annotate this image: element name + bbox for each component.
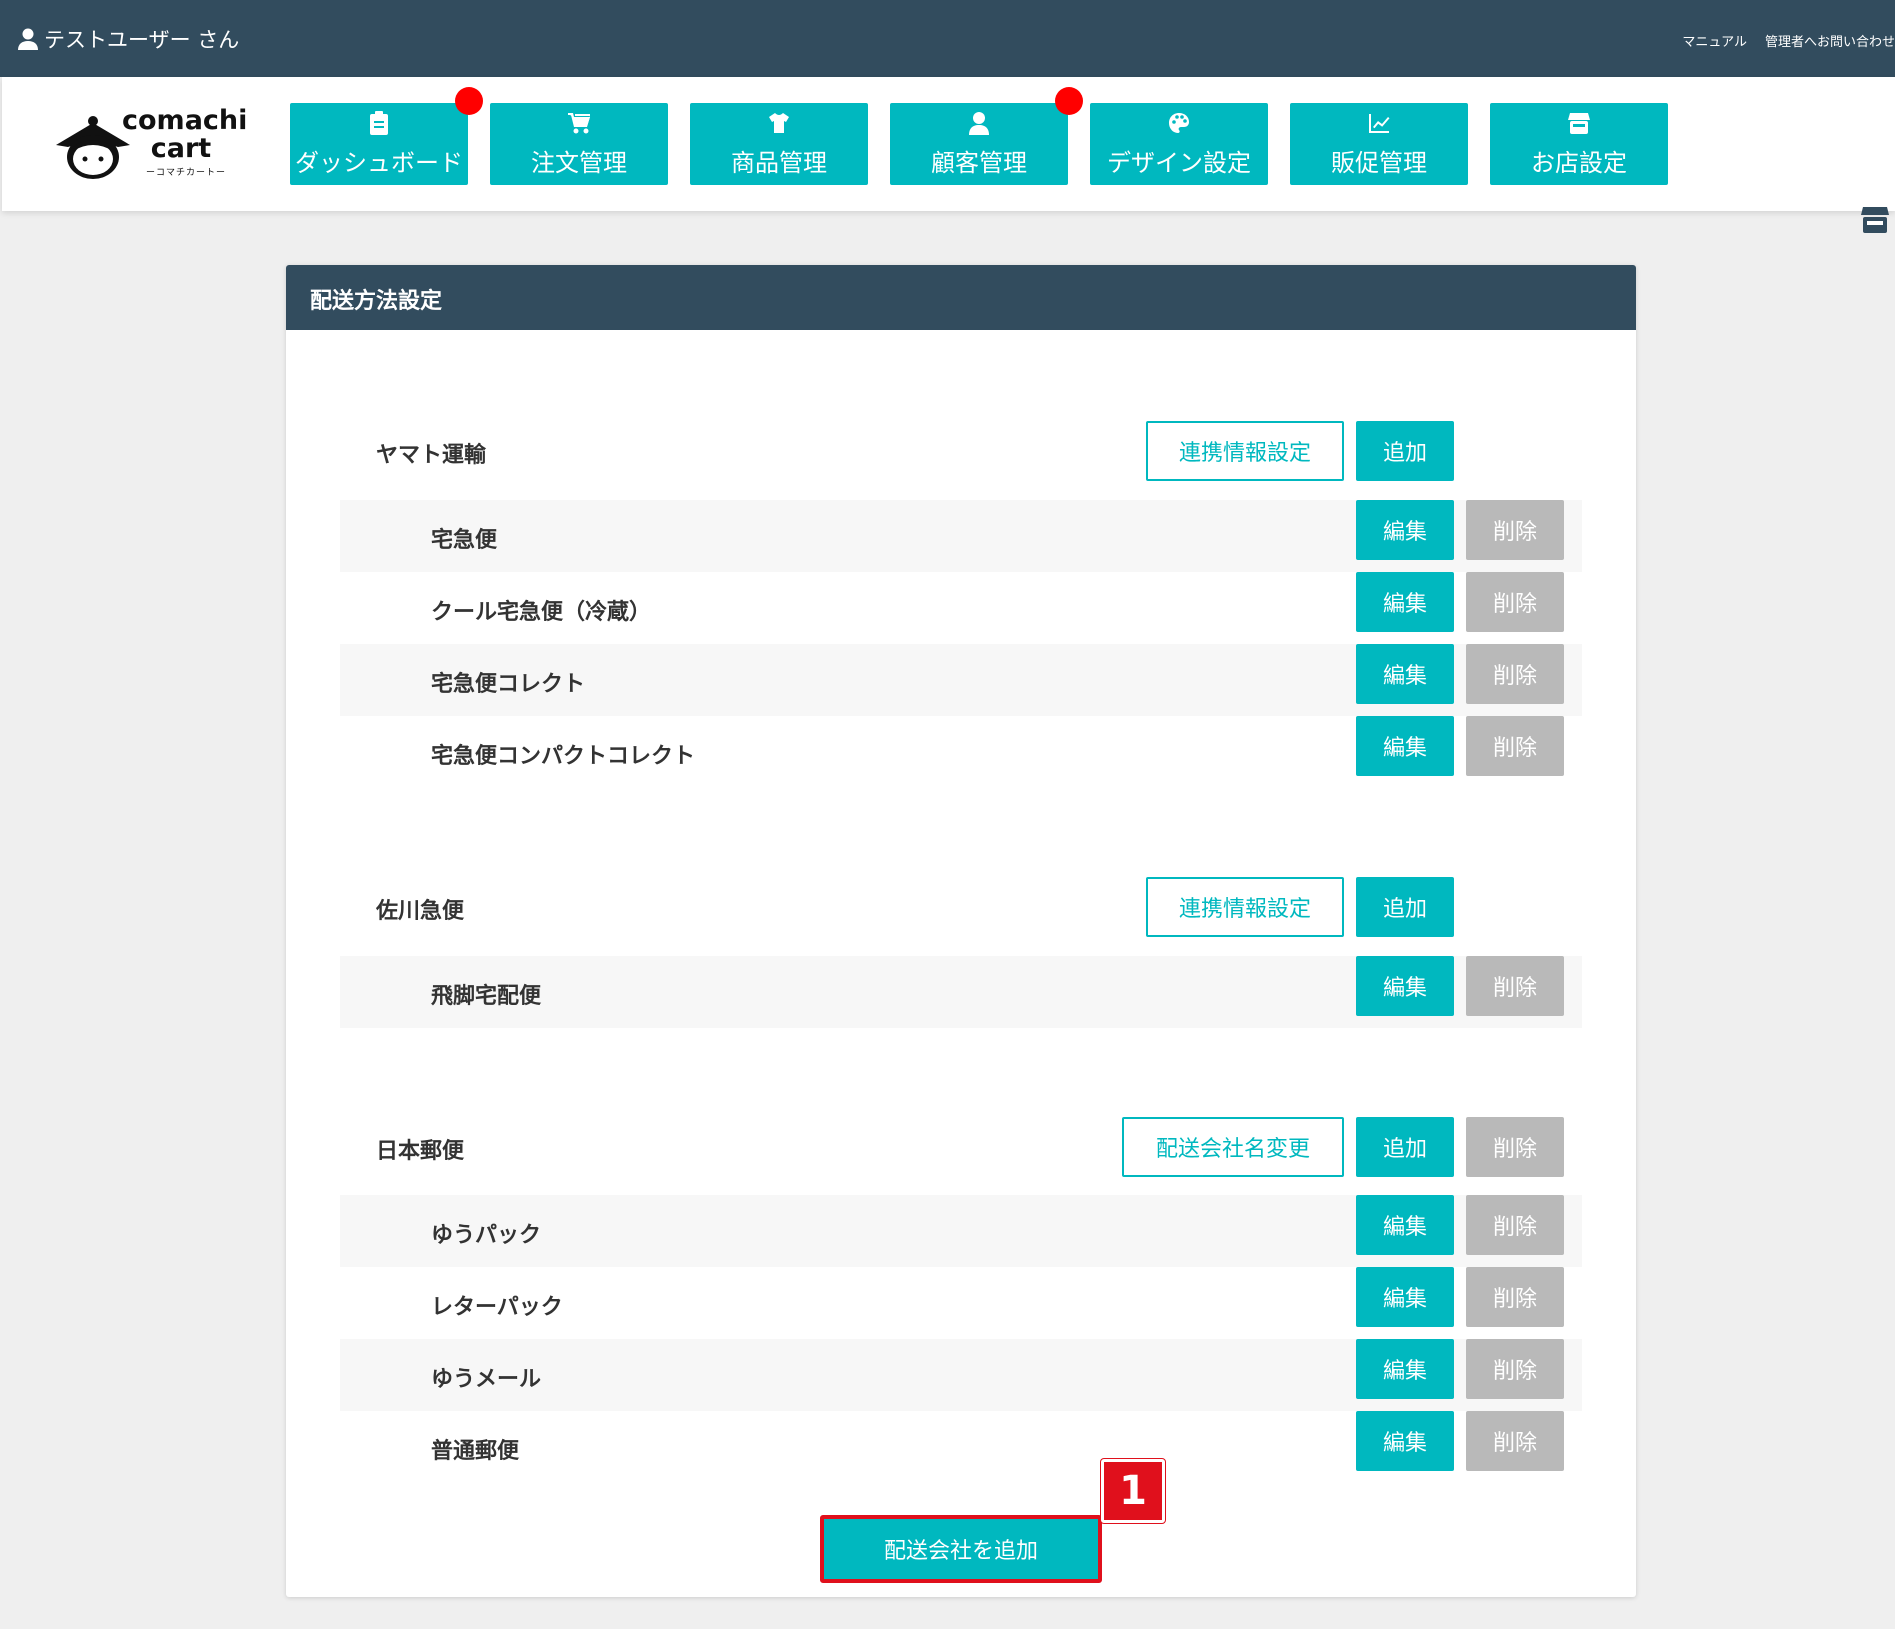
add-service-button[interactable]: 追加 bbox=[1356, 877, 1454, 937]
palette-icon bbox=[1169, 113, 1189, 133]
edit-button[interactable]: 編集 bbox=[1356, 500, 1454, 560]
panel-title: 配送方法設定 bbox=[286, 265, 1636, 330]
nav-dashboard[interactable]: ダッシュボード bbox=[290, 103, 468, 185]
nav-design-label: デザイン設定 bbox=[1107, 149, 1251, 177]
service-name: 宅急便 bbox=[431, 528, 498, 553]
company-name-japanpost: 日本郵便 bbox=[376, 1139, 465, 1164]
clipboard-icon bbox=[370, 111, 388, 135]
delete-button[interactable]: 削除 bbox=[1466, 644, 1564, 704]
edit-button[interactable]: 編集 bbox=[1356, 1411, 1454, 1471]
service-name: 宅急便コレクト bbox=[431, 672, 586, 697]
nav-customers-label: 顧客管理 bbox=[931, 149, 1027, 177]
logo[interactable]: comachi cart ーコマチカートー bbox=[52, 105, 248, 187]
delete-button[interactable]: 削除 bbox=[1466, 956, 1564, 1016]
user-menu[interactable]: テストユーザー さん bbox=[18, 24, 239, 54]
rename-company-button[interactable]: 配送会社名変更 bbox=[1122, 1117, 1344, 1177]
add-service-button[interactable]: 追加 bbox=[1356, 421, 1454, 481]
chart-icon bbox=[1369, 114, 1390, 133]
delete-button[interactable]: 削除 bbox=[1466, 1195, 1564, 1255]
nav-design[interactable]: デザイン設定 bbox=[1090, 103, 1268, 185]
nav-products-label: 商品管理 bbox=[731, 149, 827, 177]
user-name: テストユーザー さん bbox=[44, 28, 240, 52]
edit-button[interactable]: 編集 bbox=[1356, 956, 1454, 1016]
logo-word-1: comachi bbox=[122, 105, 248, 136]
delete-button[interactable]: 削除 bbox=[1466, 500, 1564, 560]
cart-icon bbox=[568, 113, 590, 134]
delete-button[interactable]: 削除 bbox=[1466, 1411, 1564, 1471]
user-icon bbox=[969, 112, 989, 135]
service-name: ゆうパック bbox=[431, 1223, 542, 1248]
nav-shop-settings[interactable]: お店設定 bbox=[1490, 103, 1668, 185]
delete-company-button[interactable]: 削除 bbox=[1466, 1117, 1564, 1177]
nav-promotion[interactable]: 販促管理 bbox=[1290, 103, 1468, 185]
store-icon bbox=[1861, 207, 1889, 233]
delete-button[interactable]: 削除 bbox=[1466, 1267, 1564, 1327]
logo-subtitle: ーコマチカートー bbox=[146, 168, 227, 178]
service-name: 普通郵便 bbox=[431, 1439, 520, 1464]
edit-button[interactable]: 編集 bbox=[1356, 572, 1454, 632]
edit-button[interactable]: 編集 bbox=[1356, 644, 1454, 704]
tshirt-icon bbox=[769, 113, 789, 133]
top-links: マニュアル 管理者へお問い合わせ bbox=[1682, 31, 1895, 50]
nav-promotion-label: 販促管理 bbox=[1331, 149, 1427, 177]
nav-orders-label: 注文管理 bbox=[531, 149, 627, 177]
edit-button[interactable]: 編集 bbox=[1356, 1267, 1454, 1327]
service-name: 宅急便コンパクトコレクト bbox=[431, 744, 696, 769]
step-number-badge: 1 bbox=[1101, 1459, 1165, 1523]
integration-settings-button[interactable]: 連携情報設定 bbox=[1146, 877, 1344, 937]
store-icon bbox=[1568, 113, 1590, 134]
company-name-sagawa: 佐川急便 bbox=[376, 899, 465, 924]
logo-text: comachi cart bbox=[122, 105, 248, 164]
nav-dashboard-label: ダッシュボード bbox=[295, 149, 463, 177]
logo-word-2: cart bbox=[150, 133, 212, 164]
nav-orders[interactable]: 注文管理 bbox=[490, 103, 668, 185]
service-name: ゆうメール bbox=[431, 1367, 542, 1392]
user-icon bbox=[18, 28, 38, 50]
nav-products[interactable]: 商品管理 bbox=[690, 103, 868, 185]
nav-customers[interactable]: 顧客管理 bbox=[890, 103, 1068, 185]
service-name: レターパック bbox=[431, 1295, 563, 1320]
nav-shop-settings-label: お店設定 bbox=[1531, 149, 1627, 177]
add-shipping-company-button[interactable]: 配送会社を追加 bbox=[820, 1515, 1102, 1583]
integration-settings-button[interactable]: 連携情報設定 bbox=[1146, 421, 1344, 481]
notification-dot bbox=[1055, 87, 1083, 115]
edit-button[interactable]: 編集 bbox=[1356, 716, 1454, 776]
notification-dot bbox=[455, 87, 483, 115]
delete-button[interactable]: 削除 bbox=[1466, 716, 1564, 776]
company-name-yamato: ヤマト運輸 bbox=[376, 443, 487, 468]
edit-button[interactable]: 編集 bbox=[1356, 1339, 1454, 1399]
delete-button[interactable]: 削除 bbox=[1466, 572, 1564, 632]
top-bar: テストユーザー さん マニュアル 管理者へお問い合わせ bbox=[0, 0, 1895, 77]
edit-button[interactable]: 編集 bbox=[1356, 1195, 1454, 1255]
contact-admin-link[interactable]: 管理者へお問い合わせ bbox=[1765, 31, 1895, 50]
delete-button[interactable]: 削除 bbox=[1466, 1339, 1564, 1399]
manual-link[interactable]: マニュアル bbox=[1682, 31, 1747, 50]
add-service-button[interactable]: 追加 bbox=[1356, 1117, 1454, 1177]
service-name: クール宅急便（冷蔵） bbox=[431, 600, 652, 625]
service-name: 飛脚宅配便 bbox=[431, 984, 542, 1009]
